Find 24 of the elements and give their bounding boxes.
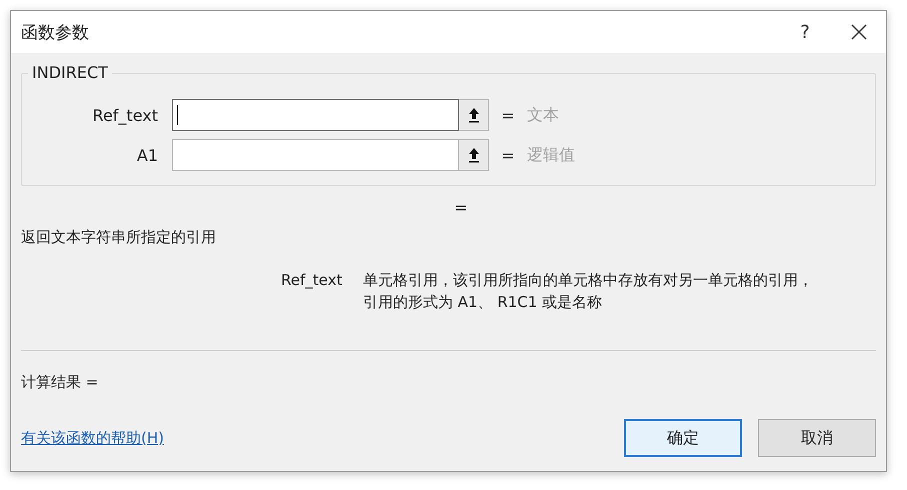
- argument-label: A1: [136, 146, 159, 164]
- ok-button[interactable]: 确定: [624, 419, 742, 457]
- equals-sign: =: [500, 146, 516, 164]
- cancel-button[interactable]: 取消: [758, 419, 876, 457]
- argument-description: 引用的形式为 A1、 R1C1 或是名称: [363, 292, 604, 313]
- window-title: 函数参数: [21, 22, 90, 44]
- up-arrow-icon: [468, 107, 480, 123]
- input-field[interactable]: [172, 139, 459, 171]
- argument-hint: 文本: [527, 104, 559, 126]
- help-link[interactable]: 有关该函数的帮助(H): [21, 428, 608, 448]
- close-icon[interactable]: [851, 24, 867, 40]
- input-field[interactable]: [172, 99, 459, 131]
- collapse-button[interactable]: [459, 139, 489, 171]
- function-description: 返回文本字符串所指定的引用: [21, 228, 217, 247]
- argument-name: Ref_text: [281, 270, 344, 291]
- up-arrow-icon: [468, 147, 480, 163]
- collapse-button[interactable]: [459, 99, 489, 131]
- argument-label: Ref_text: [92, 106, 159, 124]
- argument-description: 单元格引用，该引用所指向的单元格中存放有对另一单元格的引用，: [363, 270, 813, 291]
- help-button[interactable]: ?: [778, 22, 832, 42]
- argument-hint: 逻辑值: [527, 144, 575, 166]
- calculation-result: 计算结果 =: [21, 373, 100, 393]
- result-equals: =: [453, 198, 469, 218]
- equals-sign: =: [500, 106, 516, 124]
